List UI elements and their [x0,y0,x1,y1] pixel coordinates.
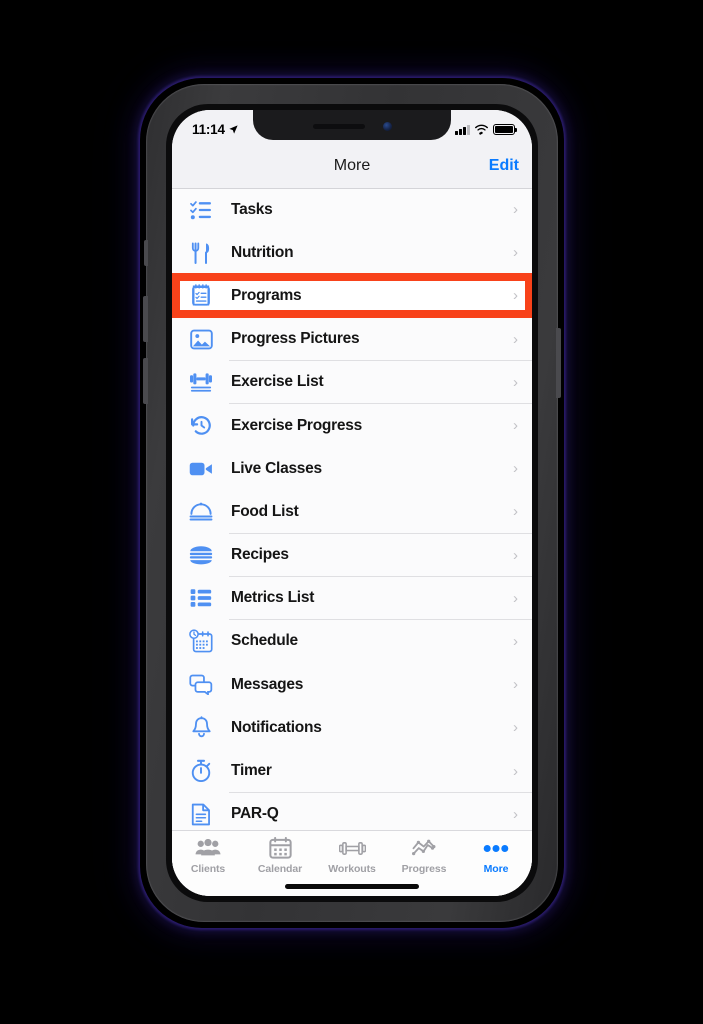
line-chart-icon [411,836,437,860]
tab-label: Calendar [257,863,303,875]
chevron-right-icon: › [513,503,518,521]
document-icon [186,800,216,828]
tab-label: Clients [190,863,226,875]
list-item-label: Nutrition [231,243,294,261]
bulleted-list-icon [186,584,216,612]
tab-label: More [483,863,509,875]
display-notch [253,110,451,140]
calendar-icon [268,836,292,860]
cellular-bars-icon [455,124,470,135]
photo-icon [186,325,216,353]
list-item-label: Programs [231,286,302,304]
list-item-metrics-list[interactable]: Metrics List › [172,576,532,621]
dumbbell-icon [338,836,366,860]
chevron-right-icon: › [513,373,518,391]
battery-full-icon [493,124,517,135]
location-arrow-icon [229,125,238,134]
tab-label: Workouts [328,863,376,875]
chevron-right-icon: › [513,546,518,564]
status-bar-time-group: 11:14 [192,122,239,137]
chevron-right-icon: › [513,244,518,262]
chevron-right-icon: › [513,762,518,780]
checklist-icon [186,196,216,224]
tab-clients[interactable]: Clients [172,836,244,896]
list-item-notifications[interactable]: Notifications › [172,706,532,750]
more-menu-list[interactable]: Tasks › Nutrition › Programs › Progress … [172,188,532,896]
list-item-label: Exercise List [231,373,324,391]
list-item-programs[interactable]: Programs › [172,274,532,318]
chevron-right-icon: › [513,676,518,694]
list-item-label: Live Classes [231,459,322,477]
silent-switch-button[interactable] [144,240,148,266]
chevron-right-icon: › [513,287,518,305]
list-item-nutrition[interactable]: Nutrition › [172,231,532,275]
list-item-progress-pictures[interactable]: Progress Pictures › [172,317,532,361]
tab-label: Progress [401,863,447,875]
list-item-label: Food List [231,502,299,520]
list-item-messages[interactable]: Messages › [172,663,532,707]
list-item-recipes[interactable]: Recipes › [172,533,532,577]
list-item-label: Messages [231,675,304,693]
navigation-bar: More Edit [172,144,532,189]
status-bar-clock: 11:14 [192,122,225,137]
volume-up-button[interactable] [143,296,148,342]
tab-more[interactable]: More [460,836,532,896]
people-group-icon [195,836,221,860]
chevron-right-icon: › [513,632,518,650]
chat-bubbles-icon [186,671,216,699]
list-item-timer[interactable]: Timer › [172,749,532,793]
fork-knife-icon [186,239,216,267]
chevron-right-icon: › [513,417,518,435]
chevron-right-icon: › [513,201,518,219]
phone-screen: 11:14 More Edit Tasks › Nutrition › Prog… [172,110,532,896]
list-item-live-classes[interactable]: Live Classes › [172,447,532,491]
list-item-label: Notifications [231,718,322,736]
bell-icon [186,714,216,742]
wifi-icon [475,124,488,135]
list-item-schedule[interactable]: Schedule › [172,619,532,664]
page-title: More [333,157,371,174]
earpiece-speaker-icon [312,124,365,129]
list-item-label: Timer [231,762,272,780]
highlighted-row-wrapper: Programs › [172,273,532,319]
history-clock-icon [186,412,216,440]
chevron-right-icon: › [513,805,518,823]
burger-icon [186,541,216,569]
notepad-list-icon [186,282,216,310]
chevron-right-icon: › [513,460,518,478]
calendar-clock-icon [186,627,216,655]
stopwatch-icon [186,757,216,785]
edit-button[interactable]: Edit [489,157,519,175]
video-camera-icon [186,455,216,483]
chevron-right-icon: › [513,719,518,737]
phone-frame: 11:14 More Edit Tasks › Nutrition › Prog… [143,84,561,922]
list-item-label: Recipes [231,546,289,564]
home-indicator[interactable] [285,884,419,889]
food-cloche-icon [186,498,216,526]
list-item-label: Progress Pictures [231,330,360,348]
chevron-right-icon: › [513,330,518,348]
list-item-label: Schedule [231,632,298,650]
ellipsis-icon [483,836,509,860]
power-button[interactable] [556,328,561,398]
list-item-label: Exercise Progress [231,416,363,434]
list-item-exercise-list[interactable]: Exercise List › [172,360,532,405]
list-item-food-list[interactable]: Food List › [172,490,532,534]
list-item-exercise-progress[interactable]: Exercise Progress › [172,403,532,448]
dumbbell-icon [186,368,216,396]
list-item-tasks[interactable]: Tasks › [172,188,532,232]
status-bar-indicators [455,124,517,135]
list-item-label: Metrics List [231,589,315,607]
list-item-label: Tasks [231,200,273,218]
volume-down-button[interactable] [143,358,148,404]
chevron-right-icon: › [513,589,518,607]
list-item-label: PAR-Q [231,805,279,823]
front-camera-icon [382,122,392,131]
